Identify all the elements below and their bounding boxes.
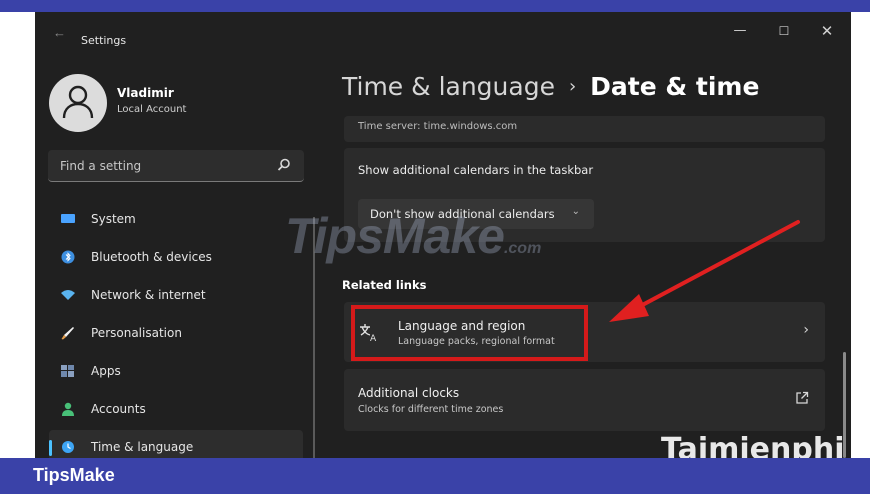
top-border-band: [0, 0, 870, 12]
footer-brand: TipsMake: [33, 465, 115, 485]
footer-band: TipsMake: [0, 458, 870, 494]
red-arrow-annotation: [609, 220, 800, 322]
watermark-corner: Taimienphi: [661, 432, 845, 458]
settings-window: ← Settings — ☐ ✕ Vladimir Local Account …: [35, 12, 851, 458]
